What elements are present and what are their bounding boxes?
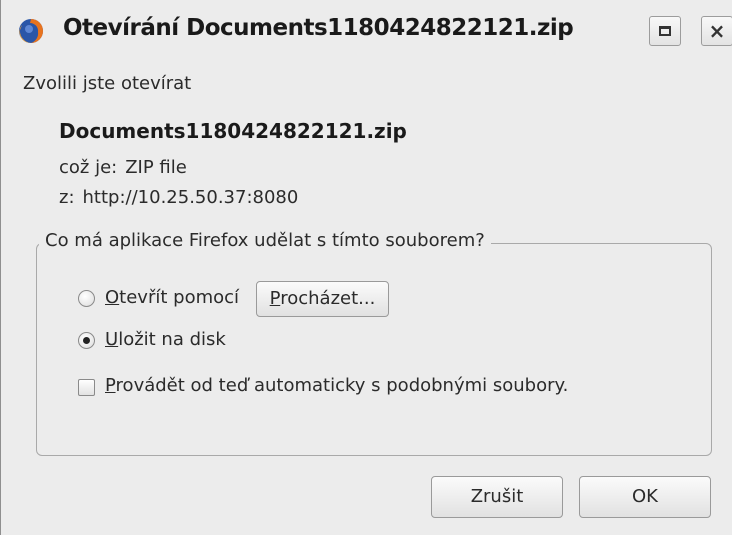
maximize-icon [659,26,671,36]
file-type-label: což je: [59,157,118,178]
open-with-radio[interactable] [78,290,95,307]
close-button[interactable]: × [701,16,732,46]
download-dialog: Otevírání Documents1180424822121.zip × Z… [0,0,732,535]
title-bar[interactable]: Otevírání Documents1180424822121.zip × [1,0,732,62]
file-type-value: ZIP file [125,157,187,178]
intro-text: Zvolili jste otevírat [23,73,192,94]
action-group-legend: Co má aplikace Firefox udělat s tímto so… [39,230,491,251]
auto-action-mnemonic: P [105,375,116,396]
file-source-value: http://10.25.50.37:8080 [82,187,299,208]
cancel-button[interactable]: Zrušit [431,476,563,518]
browse-mnemonic: P [269,288,281,309]
auto-action-checkbox[interactable] [78,379,95,396]
open-with-label[interactable]: Otevřít pomocí [105,287,239,308]
file-type-line: což je: ZIP file [59,157,187,178]
browse-button[interactable]: Procházet... [256,281,389,317]
auto-action-label[interactable]: Provádět od teď automaticky s podobnými … [105,375,568,396]
close-icon: × [708,19,726,43]
firefox-icon [19,19,43,44]
ok-button[interactable]: OK [579,476,711,518]
save-to-disk-text: ložit na disk [118,329,226,350]
save-to-disk-radio[interactable] [78,332,95,349]
file-source-label: z: [59,187,75,208]
open-with-text: tevřít pomocí [119,287,240,308]
maximize-button[interactable] [649,16,681,46]
save-to-disk-label[interactable]: Uložit na disk [105,329,226,350]
open-with-mnemonic: O [105,287,120,308]
auto-action-text: rovádět od teď automaticky s podobnými s… [115,375,569,396]
file-name: Documents1180424822121.zip [59,119,407,143]
save-to-disk-mnemonic: U [105,329,119,350]
browse-text: rocházet... [280,288,376,309]
file-source-line: z: http://10.25.50.37:8080 [59,187,298,208]
window-title: Otevírání Documents1180424822121.zip [63,15,574,41]
